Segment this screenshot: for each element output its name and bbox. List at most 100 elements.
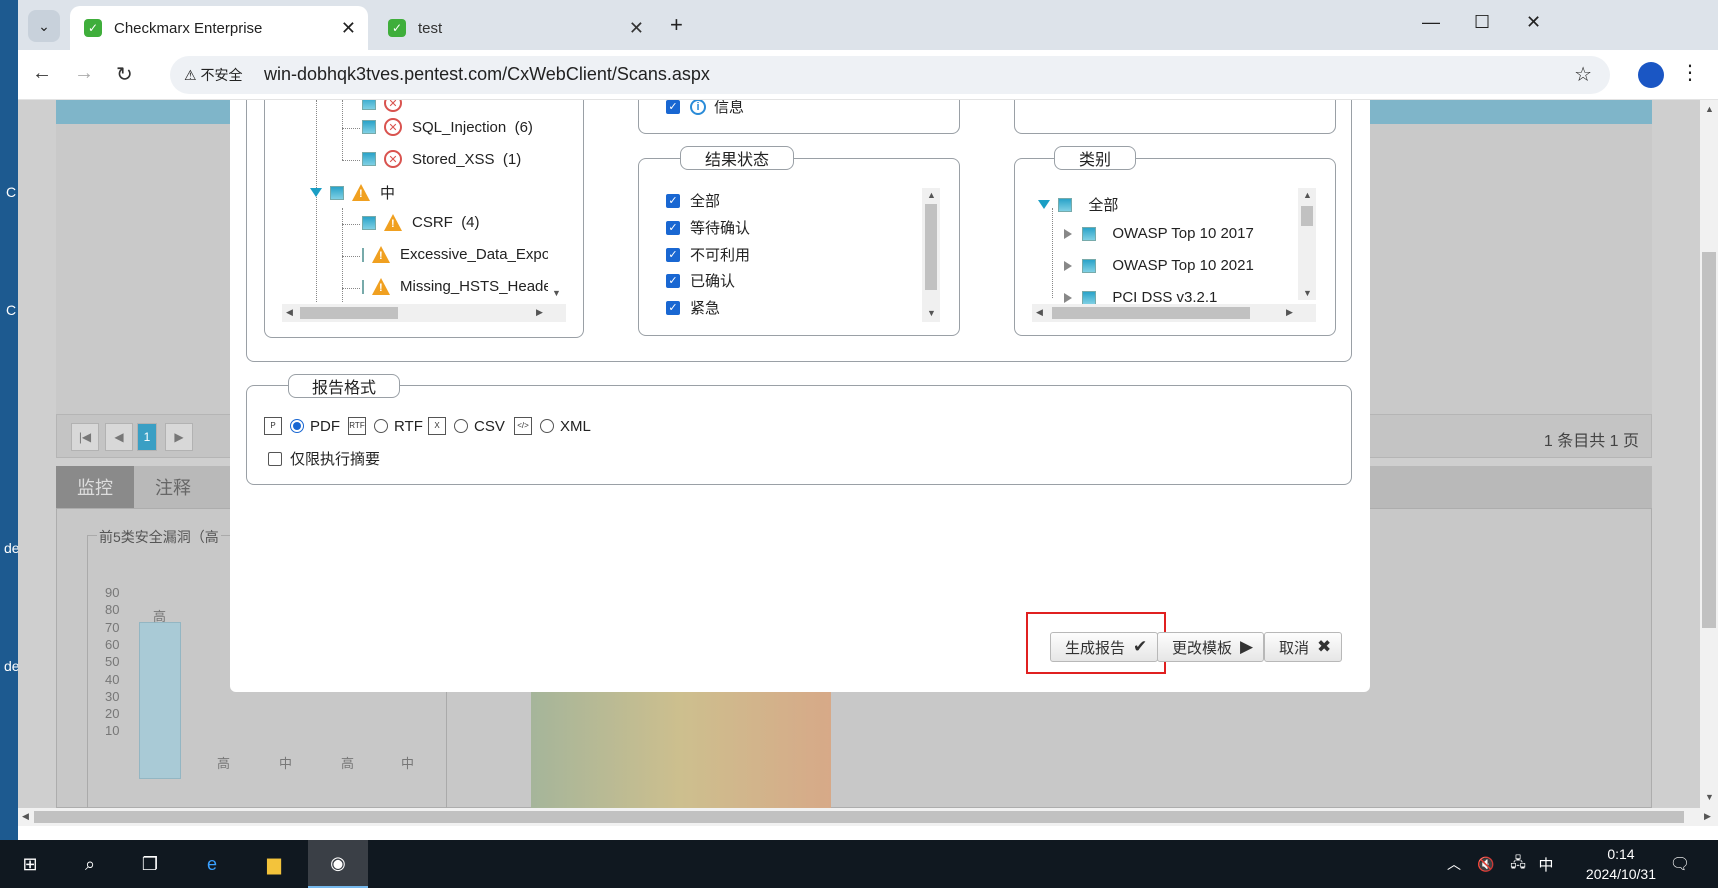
search-icon[interactable]: ⌕: [76, 850, 104, 878]
collapsed-triangle-icon[interactable]: [1064, 292, 1072, 303]
category-item-owasp2021[interactable]: OWASP Top 10 2021: [1064, 257, 1254, 274]
expand-triangle-icon[interactable]: [1038, 200, 1050, 209]
scrollbar-thumb[interactable]: [300, 307, 398, 319]
checkbox-checked[interactable]: ✓: [666, 300, 680, 315]
windows-start-icon[interactable]: ⊞: [16, 850, 44, 878]
status-item-all[interactable]: ✓ 全部: [666, 190, 720, 211]
url-text[interactable]: win-dobhqk3tves.pentest.com/CxWebClient/…: [264, 64, 710, 85]
new-tab-plus-icon[interactable]: +: [670, 12, 683, 38]
maximize-icon[interactable]: ☐: [1474, 12, 1490, 33]
status-item-not-exploitable[interactable]: ✓ 不可利用: [666, 244, 750, 265]
tree-item-excessive-data[interactable]: Excessive_Data_Expo: [362, 246, 548, 263]
notification-icon[interactable]: 🗨: [1666, 850, 1694, 878]
scrollbar-thumb[interactable]: [1702, 252, 1716, 628]
scroll-right-arrow-icon[interactable]: ▶: [1704, 811, 1711, 822]
scroll-down-arrow-icon[interactable]: ▼: [927, 308, 936, 318]
tab-search-button[interactable]: ⌄: [28, 10, 60, 42]
close-icon[interactable]: ✕: [629, 18, 644, 39]
status-item-pending[interactable]: ✓ 等待确认: [666, 217, 750, 238]
collapsed-triangle-icon[interactable]: [1064, 228, 1072, 239]
info-severity-item[interactable]: ✓ i 信息: [666, 100, 744, 117]
chrome-icon[interactable]: ◉: [308, 840, 368, 888]
checkbox-checked[interactable]: ✓: [666, 193, 680, 208]
change-template-button[interactable]: 更改模板 ▶: [1157, 632, 1265, 662]
prev-page-icon[interactable]: ◀: [105, 423, 133, 451]
category-horizontal-scrollbar[interactable]: ◀ ▶: [1032, 304, 1316, 322]
tree-item-stored-xss[interactable]: ✕ Stored_XSS (1): [362, 150, 521, 168]
scrollbar-thumb[interactable]: [925, 204, 937, 290]
tab-monitor[interactable]: 监控: [56, 466, 134, 508]
task-view-icon[interactable]: ❐: [136, 850, 164, 878]
radio-unselected[interactable]: [540, 419, 554, 433]
system-clock[interactable]: 0:14 2024/10/31: [1586, 844, 1656, 884]
internet-explorer-icon[interactable]: e: [198, 850, 226, 878]
status-vertical-scrollbar[interactable]: ▲ ▼: [922, 188, 940, 322]
tree-item-medium[interactable]: 中: [310, 182, 395, 203]
tree-item-sql-injection[interactable]: ✕ SQL_Injection (6): [362, 118, 533, 136]
generate-report-button[interactable]: 生成报告 ✔: [1050, 632, 1159, 662]
radio-unselected[interactable]: [374, 419, 388, 433]
tree-horizontal-scrollbar[interactable]: ◀ ▶: [282, 304, 566, 322]
tree-item-partial[interactable]: ✕: [362, 100, 412, 112]
radio-unselected[interactable]: [454, 419, 468, 433]
show-hidden-icons-icon[interactable]: ︿: [1440, 850, 1468, 878]
summary-only-option[interactable]: 仅限执行摘要: [268, 448, 380, 469]
scroll-down-arrow-icon[interactable]: ▼: [1303, 288, 1312, 298]
ime-indicator[interactable]: 中: [1532, 850, 1560, 878]
page-vertical-scrollbar[interactable]: ▲ ▼: [1700, 100, 1718, 808]
format-pdf[interactable]: P PDF: [264, 417, 340, 435]
scroll-up-arrow-icon[interactable]: ▲: [1303, 190, 1312, 200]
scroll-left-arrow-icon[interactable]: ◀: [1036, 307, 1043, 318]
not-secure-chip[interactable]: ⚠ 不安全: [184, 65, 242, 85]
window-close-icon[interactable]: ✕: [1526, 12, 1541, 33]
tree-item-missing-hsts[interactable]: Missing_HSTS_Heade: [362, 278, 548, 295]
scroll-up-arrow-icon[interactable]: ▲: [1705, 104, 1714, 114]
scrollbar-thumb[interactable]: [1301, 206, 1313, 226]
tab-test[interactable]: ✓ test ✕: [374, 6, 656, 50]
checkbox-checked[interactable]: ✓: [666, 220, 680, 235]
close-icon[interactable]: ✕: [341, 18, 356, 39]
address-bar[interactable]: ⚠ 不安全 win-dobhqk3tves.pentest.com/CxWebC…: [170, 56, 1610, 94]
scrollbar-thumb[interactable]: [34, 811, 1684, 823]
scroll-right-arrow-icon[interactable]: ▶: [536, 307, 543, 318]
category-vertical-scrollbar[interactable]: ▲ ▼: [1298, 188, 1316, 300]
category-item-owasp2017[interactable]: OWASP Top 10 2017: [1064, 225, 1254, 242]
status-item-urgent[interactable]: ✓ 紧急: [666, 297, 720, 318]
tab-comments[interactable]: 注释: [134, 466, 212, 508]
page-number[interactable]: 1: [137, 423, 157, 451]
bookmark-star-icon[interactable]: ☆: [1574, 62, 1592, 87]
scroll-left-arrow-icon[interactable]: ◀: [22, 811, 29, 822]
checkbox-checked[interactable]: ✓: [666, 247, 680, 262]
scroll-left-arrow-icon[interactable]: ◀: [286, 307, 293, 318]
tab-checkmarx[interactable]: ✓ Checkmarx Enterprise ✕: [70, 6, 368, 50]
collapsed-triangle-icon[interactable]: [1064, 260, 1072, 271]
scroll-right-arrow-icon[interactable]: ▶: [1286, 307, 1293, 318]
scroll-down-arrow-icon[interactable]: ▼: [1705, 792, 1714, 802]
profile-avatar-icon[interactable]: [1638, 62, 1664, 88]
cancel-button[interactable]: 取消 ✖: [1264, 632, 1343, 662]
category-root[interactable]: 全部: [1038, 194, 1118, 215]
scrollbar-thumb[interactable]: [1052, 307, 1250, 319]
reload-icon[interactable]: ↻: [116, 62, 133, 87]
scroll-down-arrow-icon[interactable]: ▼: [552, 288, 561, 298]
next-page-icon[interactable]: ▶: [165, 423, 193, 451]
page-horizontal-scrollbar[interactable]: ◀ ▶: [18, 808, 1718, 826]
file-explorer-icon[interactable]: ▆: [260, 850, 288, 878]
radio-selected[interactable]: [290, 419, 304, 433]
format-csv[interactable]: X CSV: [428, 417, 505, 435]
format-xml[interactable]: </> XML: [514, 417, 591, 435]
back-arrow-icon[interactable]: ←: [32, 62, 52, 85]
format-rtf[interactable]: RTF RTF: [348, 417, 423, 435]
expand-triangle-icon[interactable]: [310, 188, 322, 197]
forward-arrow-icon[interactable]: →: [74, 62, 94, 85]
network-icon[interactable]: 🖧: [1504, 850, 1532, 878]
checkbox-checked[interactable]: ✓: [666, 100, 680, 114]
checkbox-unchecked[interactable]: [268, 451, 282, 466]
first-page-icon[interactable]: |◀: [71, 423, 99, 451]
more-menu-icon[interactable]: ⋮: [1680, 60, 1700, 85]
minimize-icon[interactable]: —: [1422, 12, 1440, 33]
status-item-confirmed[interactable]: ✓ 已确认: [666, 270, 735, 291]
checkbox-checked[interactable]: ✓: [666, 273, 680, 288]
volume-muted-icon[interactable]: 🔇: [1472, 850, 1500, 878]
scroll-up-arrow-icon[interactable]: ▲: [927, 190, 936, 200]
